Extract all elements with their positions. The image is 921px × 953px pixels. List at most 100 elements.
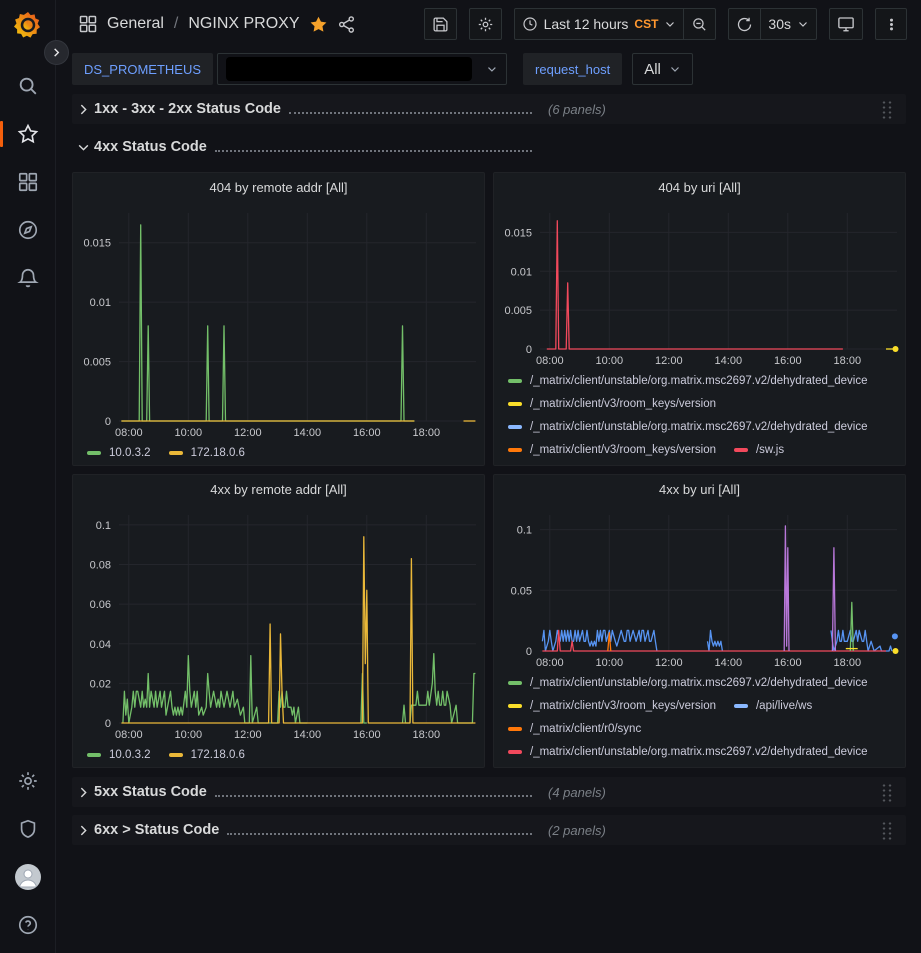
legend-label: /_matrix/client/unstable/org.matrix.msc2… [530, 746, 868, 758]
legend-item[interactable]: /_matrix/client/r0/sync [508, 723, 641, 735]
svg-text:14:00: 14:00 [715, 355, 743, 367]
chevron-right-icon [72, 786, 94, 799]
svg-text:14:00: 14:00 [294, 427, 322, 439]
svg-text:08:00: 08:00 [115, 427, 143, 439]
svg-text:0: 0 [526, 344, 532, 356]
series-color-swatch [508, 727, 522, 731]
legend-item[interactable]: /_matrix/client/unstable/org.matrix.msc2… [508, 677, 868, 689]
legend-item[interactable]: /sw.js [734, 444, 784, 456]
request-host-variable-select[interactable]: All [632, 53, 693, 85]
svg-text:10:00: 10:00 [596, 355, 624, 367]
save-dashboard-button[interactable] [424, 8, 457, 40]
legend-item[interactable]: /_matrix/client/v3/room_keys/version [508, 444, 716, 456]
svg-text:0: 0 [105, 718, 111, 730]
row-title: 5xx Status Code [94, 784, 213, 800]
chart-svg: 08:0010:0012:0014:0016:0018:0000.050.1 [494, 503, 905, 671]
svg-text:0.015: 0.015 [504, 227, 532, 239]
sidebar-item-help[interactable] [0, 901, 56, 949]
row-header-4xx[interactable]: 4xx Status Code [72, 132, 906, 162]
star-filled-icon[interactable] [309, 15, 328, 34]
timeseries-chart[interactable]: 08:0010:0012:0014:0016:0018:0000.0050.01… [494, 201, 905, 369]
sidebar-item-dashboards[interactable] [0, 158, 56, 206]
apps-icon [17, 171, 39, 193]
dashboard-toolbar: Last 12 hours CST 30s [424, 8, 907, 40]
legend-item[interactable]: /_matrix/client/unstable/org.matrix.msc2… [508, 421, 868, 433]
row-title: 6xx > Status Code [94, 822, 225, 838]
sidebar-item-configuration[interactable] [0, 757, 56, 805]
legend-item[interactable]: /_matrix/client/v3/room_keys/version [508, 700, 716, 712]
panel-4xx-by-uri: 4xx by uri [All] 08:0010:0012:0014:0016:… [493, 474, 906, 768]
svg-text:0: 0 [526, 646, 532, 658]
legend-item[interactable]: /_matrix/client/unstable/org.matrix.msc2… [508, 375, 868, 387]
page-title[interactable]: NGINX PROXY [188, 15, 299, 33]
bell-icon [17, 267, 39, 289]
svg-text:0.01: 0.01 [511, 266, 532, 278]
sidebar [0, 0, 56, 953]
svg-text:14:00: 14:00 [294, 729, 322, 741]
dashboard-settings-button[interactable] [469, 8, 502, 40]
refresh-group: 30s [728, 8, 817, 40]
legend-item[interactable]: /_matrix/client/unstable/org.matrix.msc2… [508, 746, 868, 758]
legend-item[interactable]: 10.0.3.2 [87, 749, 151, 761]
legend-label: 10.0.3.2 [109, 447, 151, 459]
series-color-swatch [508, 681, 522, 685]
chevron-right-icon [72, 103, 94, 116]
kebab-menu-button[interactable] [875, 8, 907, 40]
svg-text:0.1: 0.1 [517, 525, 532, 537]
svg-text:10:00: 10:00 [175, 729, 203, 741]
row-header-5xx[interactable]: 5xx Status Code (4 panels) [72, 777, 906, 807]
refresh-icon [736, 16, 753, 33]
svg-text:18:00: 18:00 [413, 729, 441, 741]
panel-title[interactable]: 4xx by remote addr [All] [73, 475, 484, 503]
svg-text:0.06: 0.06 [90, 599, 111, 611]
share-icon[interactable] [337, 15, 356, 34]
refresh-button[interactable] [728, 8, 761, 40]
grafana-logo[interactable] [13, 10, 43, 40]
legend-item[interactable]: 172.18.0.6 [169, 447, 245, 459]
datasource-variable-label[interactable]: DS_PROMETHEUS [72, 53, 213, 85]
series-color-swatch [508, 425, 522, 429]
datasource-variable-select[interactable] [217, 53, 507, 85]
chevron-right-icon [72, 824, 94, 837]
chevron-down-icon [72, 141, 94, 154]
svg-text:0.005: 0.005 [83, 357, 111, 369]
sidebar-item-explore[interactable] [0, 206, 56, 254]
legend-item[interactable]: 172.18.0.6 [169, 749, 245, 761]
compass-icon [17, 219, 39, 241]
legend-label: /_matrix/client/r0/sync [530, 723, 641, 735]
svg-text:16:00: 16:00 [774, 355, 802, 367]
row-drag-handle[interactable] [881, 821, 892, 840]
row-header-6xx[interactable]: 6xx > Status Code (2 panels) [72, 815, 906, 845]
svg-text:12:00: 12:00 [234, 729, 262, 741]
sidebar-item-alerting[interactable] [0, 254, 56, 302]
zoom-out-time-button[interactable] [684, 8, 716, 40]
panel-title[interactable]: 4xx by uri [All] [494, 475, 905, 503]
sidebar-item-profile[interactable] [0, 853, 56, 901]
sidebar-expand-toggle[interactable] [44, 40, 69, 65]
panel-title[interactable]: 404 by remote addr [All] [73, 173, 484, 201]
request-host-variable-label[interactable]: request_host [523, 53, 622, 85]
timeseries-chart[interactable]: 08:0010:0012:0014:0016:0018:0000.050.1 [494, 503, 905, 671]
row-drag-handle[interactable] [881, 783, 892, 802]
legend-item[interactable]: /api/live/ws [734, 700, 812, 712]
cycle-view-mode-button[interactable] [829, 8, 863, 40]
timezone-label: CST [634, 17, 658, 31]
svg-text:12:00: 12:00 [234, 427, 262, 439]
refresh-interval-picker[interactable]: 30s [761, 8, 817, 40]
sidebar-item-server-admin[interactable] [0, 805, 56, 853]
row-header-1xx-3xx-2xx[interactable]: 1xx - 3xx - 2xx Status Code (6 panels) [72, 94, 906, 124]
search-icon [17, 75, 39, 97]
sidebar-item-search[interactable] [0, 62, 56, 110]
row-drag-handle[interactable] [881, 100, 892, 119]
panel-title[interactable]: 404 by uri [All] [494, 173, 905, 201]
timeseries-chart[interactable]: 08:0010:0012:0014:0016:0018:0000.020.040… [73, 503, 484, 743]
svg-text:0.015: 0.015 [83, 238, 111, 250]
sidebar-item-starred[interactable] [0, 110, 56, 158]
legend-item[interactable]: /_matrix/client/v3/room_keys/version [508, 398, 716, 410]
time-range-picker[interactable]: Last 12 hours CST [514, 8, 685, 40]
apps-icon [78, 14, 98, 34]
breadcrumb-section[interactable]: General [107, 15, 164, 33]
legend-item[interactable]: 10.0.3.2 [87, 447, 151, 459]
svg-text:18:00: 18:00 [834, 355, 862, 367]
timeseries-chart[interactable]: 08:0010:0012:0014:0016:0018:0000.0050.01… [73, 201, 484, 441]
